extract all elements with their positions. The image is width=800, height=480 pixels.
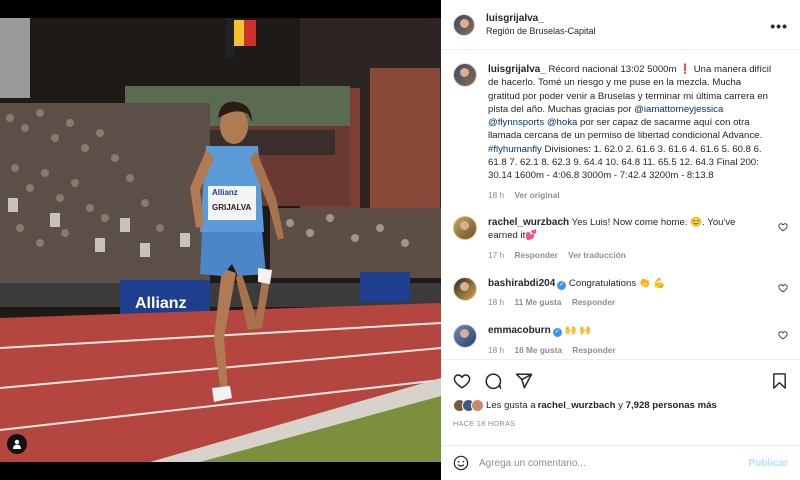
caption: luisgrijalva_ Récord nacional 13:02 5000… (453, 63, 788, 202)
comment: bashirabdi204 ✓ Congratulations 👏 💪 18 h … (453, 276, 788, 310)
comment-composer: Publicar (441, 445, 800, 480)
hashtag-link[interactable]: #flyhumanfly (488, 144, 542, 155)
post-actions: Les gusta a rachel_wurzbach y 7,928 pers… (441, 359, 800, 445)
author-username[interactable]: luisgrijalva_ (486, 12, 596, 25)
banner-sponsor: Allianz (135, 295, 187, 312)
comment-username[interactable]: emmacoburn (488, 325, 551, 336)
mention-link[interactable]: @iamattorneyjessica (634, 104, 723, 115)
verified-badge-icon: ✓ (552, 328, 562, 338)
bookmark-icon (773, 373, 786, 389)
comment-time: 18 h (488, 297, 505, 308)
bib-name: GRIJALVA (212, 203, 251, 212)
heart-icon (453, 374, 471, 389)
save-button[interactable] (771, 372, 788, 393)
like-button[interactable] (453, 372, 471, 390)
verified-badge-icon: ✓ (557, 280, 567, 290)
post-timestamp[interactable]: HACE 18 HORAS (453, 419, 788, 428)
comment-avatar[interactable] (453, 276, 477, 301)
caption-time: 18 h (488, 189, 505, 200)
comment-input[interactable] (479, 457, 749, 469)
tagged-users-button[interactable] (7, 434, 27, 454)
see-translation-button[interactable]: Ver traducción (568, 250, 626, 260)
see-original-button[interactable]: Ver original (514, 190, 559, 200)
post-location[interactable]: Región de Bruselas-Capital (486, 25, 596, 38)
likes-count[interactable]: 7,928 personas más (626, 400, 717, 411)
user-icon (13, 439, 21, 449)
comment-time: 18 h (488, 344, 505, 355)
publish-button[interactable]: Publicar (749, 458, 788, 469)
post-side-panel: luisgrijalva_ Región de Bruselas-Capital… (441, 0, 800, 480)
post-dialog: Allianz Allianz GRIJALVA luisgrijalva_ R… (0, 0, 800, 480)
post-header: luisgrijalva_ Región de Bruselas-Capital… (441, 0, 800, 50)
comment-icon (485, 373, 502, 390)
comment-text: Congratulations 👏 💪 (566, 277, 666, 289)
post-photo[interactable]: Allianz Allianz GRIJALVA (0, 18, 441, 462)
comment-avatar[interactable] (453, 324, 477, 349)
caption-username[interactable]: luisgrijalva_ (488, 64, 546, 75)
liker-avatars[interactable] (453, 399, 484, 412)
liked-by-user[interactable]: rachel_wurzbach (538, 400, 616, 411)
runner-photo: Allianz Allianz GRIJALVA (0, 18, 441, 462)
comment-time: 17 h (488, 249, 505, 260)
comment: rachel_wurzbach Yes Luis! Now come home.… (453, 215, 788, 262)
comment-text: 🙌 🙌 (561, 325, 592, 337)
comment-likes[interactable]: 16 Me gusta (514, 345, 562, 355)
share-button[interactable] (515, 372, 533, 390)
emoji-icon[interactable] (453, 455, 469, 471)
send-icon (515, 373, 533, 389)
caption-avatar[interactable] (453, 63, 477, 87)
comment-username[interactable]: bashirabdi204 (488, 278, 555, 289)
reply-button[interactable]: Responder (514, 250, 557, 260)
like-comment-heart-icon[interactable] (778, 283, 788, 293)
comment-likes[interactable]: 11 Me gusta (514, 297, 561, 307)
author-avatar[interactable] (453, 13, 475, 36)
like-comment-heart-icon[interactable] (778, 222, 788, 232)
reply-button[interactable]: Responder (572, 297, 615, 307)
reply-button[interactable]: Responder (572, 345, 615, 355)
comment-username[interactable]: rachel_wurzbach (488, 217, 569, 228)
comment-button[interactable] (484, 372, 502, 390)
mention-link[interactable]: @flynnsports (488, 117, 544, 128)
mention-link[interactable]: @hoka (547, 117, 578, 128)
more-options-icon[interactable]: ••• (770, 18, 788, 34)
comments-list[interactable]: luisgrijalva_ Récord nacional 13:02 5000… (441, 51, 800, 358)
likes-summary: Les gusta a rachel_wurzbach y 7,928 pers… (453, 399, 788, 412)
comment: emmacoburn ✓ 🙌 🙌 18 h 16 Me gusta Respond… (453, 324, 788, 357)
comment-avatar[interactable] (453, 215, 477, 240)
bib-sponsor: Allianz (212, 188, 238, 197)
like-comment-heart-icon[interactable] (778, 330, 788, 340)
